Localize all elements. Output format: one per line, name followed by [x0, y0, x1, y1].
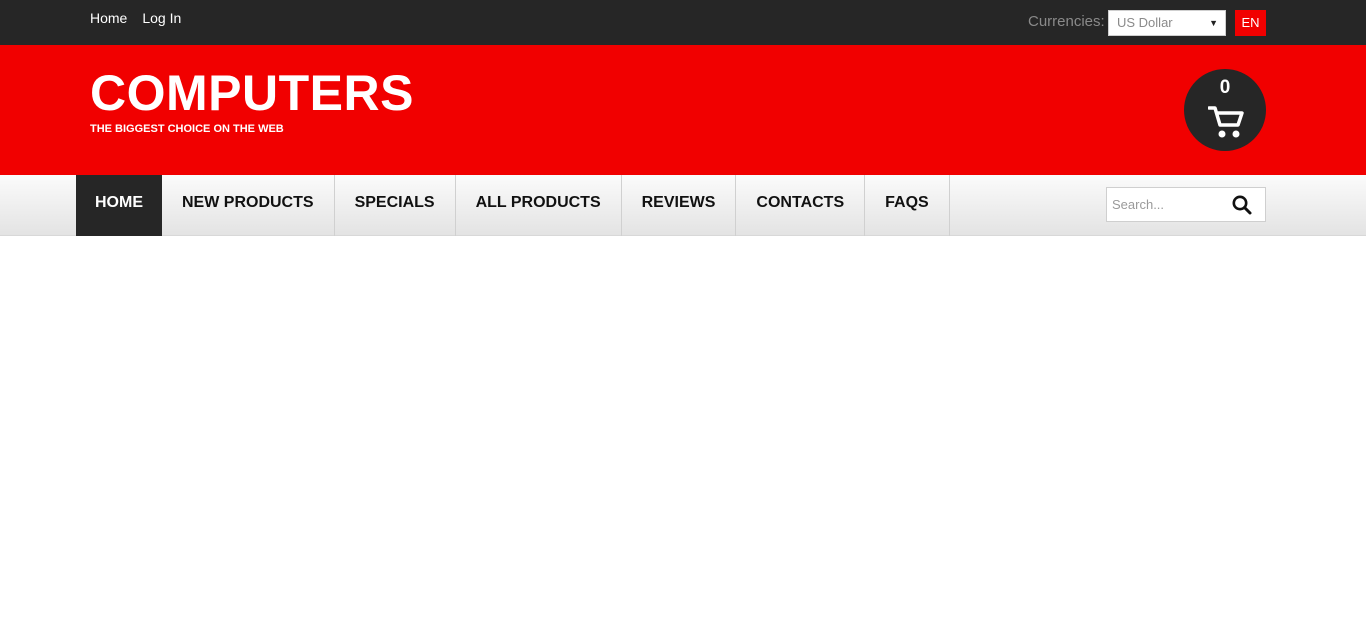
site-logo[interactable]: COMPUTERS — [90, 67, 414, 119]
home-link[interactable]: Home — [90, 10, 127, 26]
shopping-cart-icon — [1208, 106, 1244, 138]
nav-item-contacts[interactable]: CONTACTS — [736, 175, 866, 236]
search-box — [1106, 187, 1266, 222]
top-links: Home Log In — [90, 10, 181, 26]
chevron-down-icon: ▼ — [1209, 18, 1218, 28]
main-navbar: HOME NEW PRODUCTS SPECIALS ALL PRODUCTS … — [0, 175, 1366, 236]
nav-item-specials[interactable]: SPECIALS — [335, 175, 456, 236]
nav-item-home[interactable]: HOME — [76, 175, 162, 236]
login-link[interactable]: Log In — [142, 10, 181, 26]
currency-select[interactable]: US Dollar ▼ — [1108, 10, 1226, 36]
search-input[interactable] — [1107, 188, 1227, 221]
nav-item-all-products[interactable]: ALL PRODUCTS — [456, 175, 622, 236]
cart-count: 0 — [1219, 77, 1231, 98]
nav-item-reviews[interactable]: REVIEWS — [622, 175, 737, 236]
language-button[interactable]: EN — [1235, 10, 1266, 36]
main-nav: HOME NEW PRODUCTS SPECIALS ALL PRODUCTS … — [76, 175, 950, 236]
search-icon[interactable] — [1231, 194, 1253, 216]
currency-select-value: US Dollar — [1117, 15, 1173, 30]
nav-item-new-products[interactable]: NEW PRODUCTS — [162, 175, 335, 236]
top-bar: Home Log In Currencies: US Dollar ▼ EN — [0, 0, 1366, 45]
currency-label: Currencies: — [1028, 13, 1105, 30]
cart-button[interactable]: 0 — [1184, 69, 1266, 151]
nav-item-faqs[interactable]: FAQS — [865, 175, 950, 236]
site-tagline: THE BIGGEST CHOICE ON THE WEB — [90, 123, 284, 135]
site-header: COMPUTERS THE BIGGEST CHOICE ON THE WEB … — [0, 45, 1366, 175]
